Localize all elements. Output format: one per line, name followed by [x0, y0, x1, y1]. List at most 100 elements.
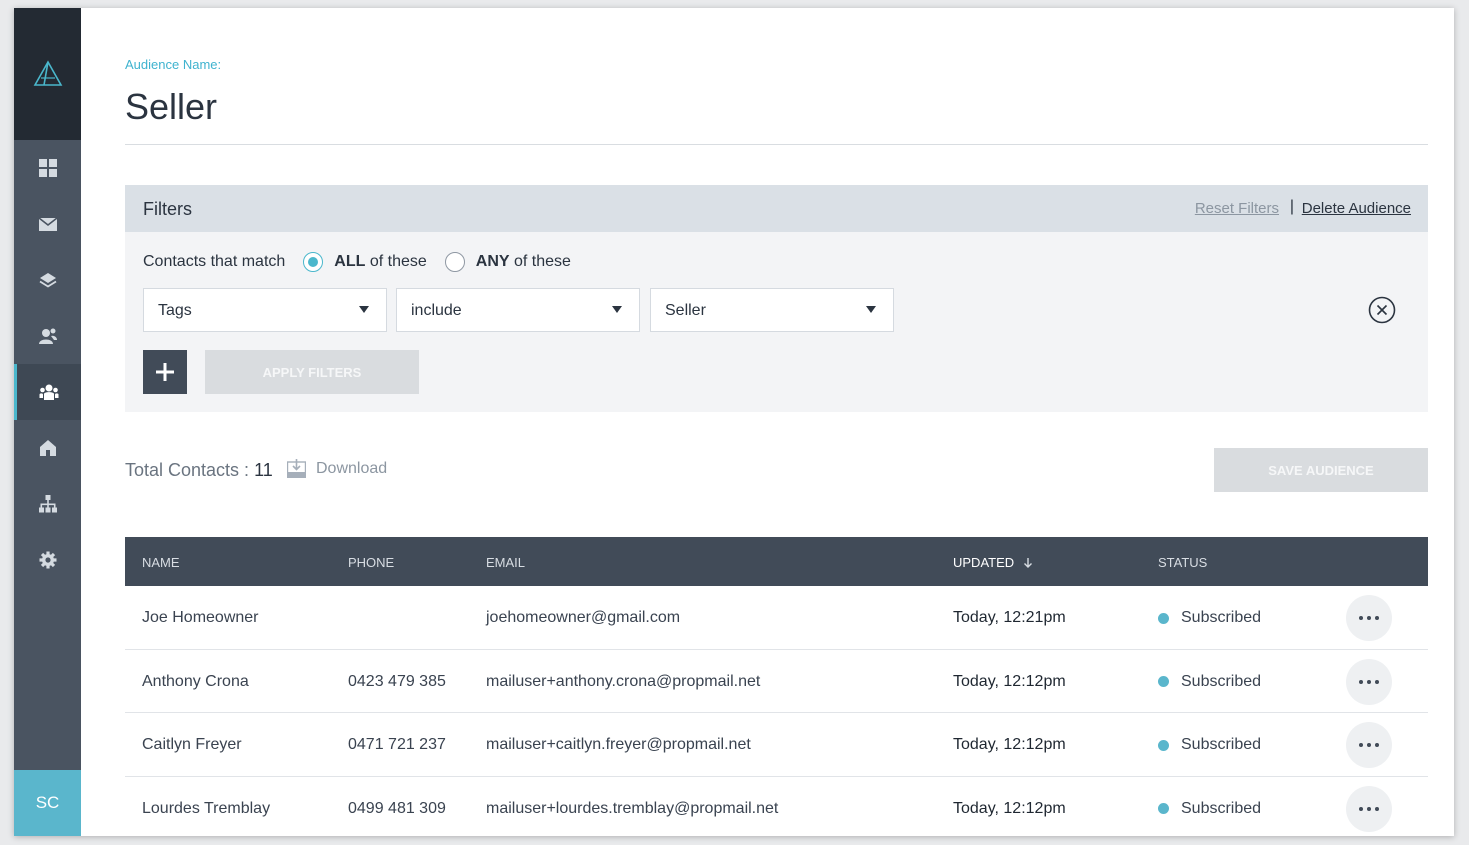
- row-actions-button[interactable]: [1346, 722, 1392, 768]
- total-contacts-count: 11: [254, 460, 273, 480]
- more-icon: [1357, 616, 1381, 620]
- row-actions-button[interactable]: [1346, 658, 1392, 705]
- nav-hierarchy[interactable]: [14, 476, 81, 532]
- status-dot: [1158, 739, 1169, 751]
- status-badge: Subscribed: [1158, 800, 1261, 818]
- match-all-rest: of these: [365, 253, 427, 270]
- download-link[interactable]: Download: [287, 459, 387, 478]
- logo-icon: [33, 60, 62, 86]
- match-any-bold: ANY: [475, 253, 510, 270]
- table-row[interactable]: Lourdes Tremblay 0499 481 309 mailuser+l…: [125, 777, 1428, 837]
- layers-icon: [39, 273, 56, 288]
- sidebar: SC: [14, 8, 81, 836]
- logo[interactable]: [14, 8, 81, 140]
- filter-operator-select[interactable]: include: [396, 288, 640, 332]
- user-avatar[interactable]: SC: [14, 770, 81, 836]
- nav-layers[interactable]: [14, 252, 81, 308]
- column-header-updated[interactable]: UPDATED: [953, 555, 1034, 570]
- filter-value-value: Seller: [665, 302, 706, 319]
- filter-value-select[interactable]: Seller: [650, 288, 894, 332]
- nav-dashboard[interactable]: [14, 140, 81, 196]
- more-icon: [1357, 806, 1381, 811]
- filters-title: Filters: [143, 199, 192, 219]
- match-all-bold: ALL: [334, 253, 366, 270]
- contact-name[interactable]: Caitlyn Freyer: [142, 736, 242, 754]
- table-row[interactable]: Joe Homeowner joehomeowner@gmail.com Tod…: [125, 586, 1428, 650]
- status-dot: [1158, 676, 1169, 687]
- match-any-radio[interactable]: [444, 252, 465, 272]
- divider: [125, 144, 1428, 145]
- nav-mail[interactable]: [14, 196, 81, 252]
- status-label: Subscribed: [1181, 799, 1262, 817]
- total-contacts-label: Total Contacts :: [125, 460, 250, 480]
- download-label: Download: [316, 459, 388, 477]
- contact-phone: 0423 479 385: [348, 672, 446, 690]
- status-dot: [1158, 612, 1169, 624]
- column-header-updated-label: UPDATED: [953, 555, 1015, 570]
- more-icon: [1357, 679, 1381, 684]
- hierarchy-icon: [38, 495, 57, 513]
- match-mode-row: Contacts that match ALL of these ANY of …: [143, 250, 571, 274]
- contact-email: joehomeowner@gmail.com: [486, 609, 681, 626]
- plus-icon: [156, 363, 174, 381]
- link-separator: |: [1289, 198, 1294, 215]
- contact-phone: 0499 481 309: [348, 799, 446, 817]
- contact-email: mailuser+anthony.crona@propmail.net: [486, 672, 761, 690]
- audiences-icon: [39, 384, 59, 400]
- match-any-rest: of these: [509, 253, 571, 270]
- save-audience-button[interactable]: SAVE AUDIENCE: [1214, 448, 1428, 492]
- nav-audiences[interactable]: [14, 364, 81, 420]
- contact-updated: Today, 12:12pm: [953, 736, 1066, 753]
- filters-panel: Filters Reset Filters | Delete Audience …: [125, 185, 1428, 412]
- reset-filters-link[interactable]: Reset Filters: [1195, 200, 1279, 217]
- match-label: Contacts that match: [143, 253, 286, 270]
- table-row[interactable]: Anthony Crona 0423 479 385 mailuser+anth…: [125, 650, 1428, 713]
- status-label: Subscribed: [1181, 609, 1262, 626]
- contacts-icon: [38, 328, 57, 344]
- nav-settings[interactable]: [14, 532, 81, 588]
- column-header-name[interactable]: NAME: [142, 555, 180, 570]
- avatar-initials: SC: [35, 793, 60, 812]
- row-actions-button[interactable]: [1346, 785, 1392, 832]
- filter-field-select[interactable]: Tags: [143, 288, 387, 332]
- contact-phone: 0471 721 237: [348, 736, 446, 753]
- table-row[interactable]: Caitlyn Freyer 0471 721 237 mailuser+cai…: [125, 713, 1428, 777]
- sort-arrow-down-icon: [1024, 557, 1033, 568]
- remove-filter-icon[interactable]: [1368, 296, 1396, 324]
- table-header: NAME PHONE EMAIL UPDATED STATUS: [125, 537, 1428, 586]
- status-label: Subscribed: [1181, 672, 1262, 690]
- status-dot: [1158, 803, 1169, 814]
- nav-contacts[interactable]: [14, 308, 81, 364]
- match-any-label[interactable]: ANY of these: [476, 253, 571, 271]
- column-header-status[interactable]: STATUS: [1158, 555, 1207, 570]
- contact-email: mailuser+lourdes.tremblay@propmail.net: [486, 799, 779, 817]
- contact-name[interactable]: Joe Homeowner: [142, 609, 259, 627]
- add-filter-button[interactable]: [143, 350, 187, 394]
- audience-name-label: Audience Name:: [125, 57, 222, 72]
- match-all-label[interactable]: ALL of these: [334, 253, 426, 271]
- contacts-table: NAME PHONE EMAIL UPDATED STATUS Joe Home…: [125, 537, 1428, 836]
- row-actions-button[interactable]: [1346, 595, 1392, 641]
- gear-icon: [39, 551, 56, 569]
- audience-name[interactable]: Seller: [125, 86, 217, 128]
- app-window: SC Audience Name: Seller Filters Reset F…: [14, 8, 1454, 836]
- apply-filters-button[interactable]: APPLY FILTERS: [205, 350, 419, 394]
- mail-icon: [38, 217, 57, 231]
- total-contacts: Total Contacts : 11: [125, 460, 273, 481]
- filter-operator-value: include: [411, 302, 462, 319]
- status-badge: Subscribed: [1158, 736, 1261, 754]
- more-icon: [1357, 743, 1381, 747]
- chevron-down-icon: [866, 306, 876, 313]
- nav-properties[interactable]: [14, 420, 81, 476]
- status-badge: Subscribed: [1158, 609, 1261, 627]
- chevron-down-icon: [359, 306, 369, 313]
- dashboard-icon: [38, 159, 57, 177]
- contact-name[interactable]: Anthony Crona: [142, 673, 249, 691]
- column-header-phone[interactable]: PHONE: [348, 555, 394, 570]
- delete-audience-link[interactable]: Delete Audience: [1302, 200, 1411, 217]
- download-icon: [287, 459, 306, 478]
- match-all-radio[interactable]: [303, 252, 324, 272]
- column-header-email[interactable]: EMAIL: [486, 555, 525, 570]
- contact-name[interactable]: Lourdes Tremblay: [142, 800, 270, 818]
- contact-updated: Today, 12:12pm: [953, 672, 1066, 690]
